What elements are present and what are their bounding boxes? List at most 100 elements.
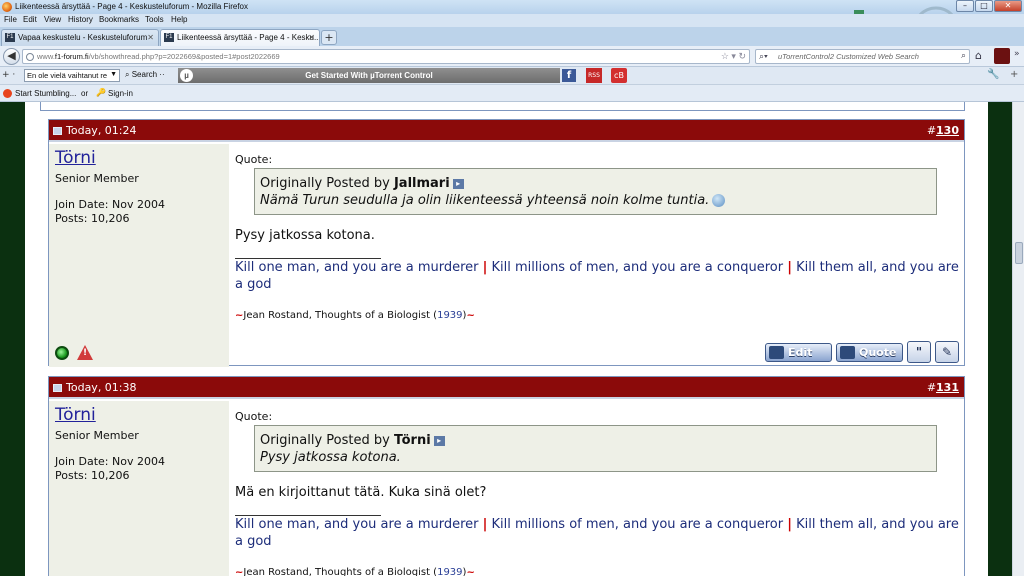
home-icon[interactable]: ⌂ [975, 49, 982, 62]
post-date: Today, 01:38 [66, 381, 137, 394]
window-titlebar: Liikenteessä ärsyttää - Page 4 - Keskust… [0, 0, 1024, 14]
key-icon: 🔑 [96, 88, 106, 97]
menu-help[interactable]: Help [171, 15, 187, 24]
url-bar-icons: ☆ ▾ ↻ [721, 51, 746, 62]
signature-quote: Kill one man, and you are a murderer | K… [235, 517, 959, 549]
user-info-panel: Törni Senior Member Join Date: Nov 2004 … [49, 401, 229, 576]
username-link[interactable]: Törni [55, 405, 96, 425]
close-tab-icon[interactable]: ✕ [308, 33, 315, 42]
rss-icon[interactable]: RSS [586, 68, 602, 83]
post-actions: Edit Quote " ✎ [761, 341, 959, 363]
smiley-icon [712, 194, 726, 207]
search-icon[interactable]: ⌕ [961, 50, 966, 61]
user-info-panel: Törni Senior Member Join Date: Nov 2004 … [49, 144, 229, 341]
menu-view[interactable]: View [44, 15, 61, 24]
menu-bookmarks[interactable]: Bookmarks [99, 15, 139, 24]
cb-icon[interactable]: cB [611, 68, 627, 83]
quote-icon [840, 345, 855, 359]
signature-credit: ~Jean Rostand, Thoughts of a Biologist (… [235, 310, 475, 321]
back-button[interactable]: ◀ [3, 48, 20, 65]
addon-icon[interactable] [994, 48, 1010, 64]
join-date: Join Date: Nov 2004 [55, 455, 165, 468]
close-tab-icon[interactable]: ✕ [147, 33, 154, 42]
add-icon[interactable]: + [1010, 69, 1018, 80]
scrollbar-thumb[interactable] [1015, 242, 1023, 264]
window-controls: – □ ✕ [955, 0, 1022, 12]
edit-button[interactable]: Edit [765, 342, 832, 362]
report-post-icon[interactable] [77, 345, 93, 360]
search-engine-icon[interactable]: ⌕▾ [759, 51, 768, 62]
url-bar[interactable]: www.f1-forum.fi/vb/showthread.php?p=2022… [22, 49, 750, 64]
post-date: Today, 01:24 [66, 124, 137, 137]
username-link[interactable]: Törni [55, 148, 96, 168]
quote-text: Pysy jatkossa kotona. [260, 450, 401, 465]
utorrent-banner[interactable]: µ Get Started With µTorrent Control [178, 68, 560, 83]
quick-reply-icon[interactable]: ✎ [935, 341, 959, 363]
new-tab-button[interactable]: + [321, 30, 337, 45]
post-number[interactable]: #131 [927, 381, 959, 394]
utorrent-logo-icon: µ [180, 69, 193, 82]
quote-label: Quote: [235, 410, 273, 423]
post-header: Today, 01:38 #131 [49, 377, 964, 399]
tab-vapaa-keskustelu[interactable]: F1 Vapaa keskustelu - Keskusteluforum ✕ [1, 29, 159, 46]
quote-label: Quote: [235, 153, 273, 166]
url-prefix: www. [37, 52, 55, 61]
view-post-arrow-icon[interactable]: ▸ [433, 435, 445, 446]
toolbar-select[interactable]: En ole vielä vaihtanut re ▼ [24, 69, 120, 82]
post-icon [53, 384, 62, 392]
forum-favicon-icon: F1 [164, 33, 174, 42]
toolbar-search-label: Search [131, 70, 158, 79]
quote-attribution: Originally Posted by Törni ▸ [260, 433, 445, 448]
menu-overflow-icon[interactable]: » [1014, 49, 1020, 59]
signature-divider [235, 515, 381, 516]
post-message: Pysy jatkossa kotona. [235, 228, 375, 243]
forum-favicon-icon: F1 [5, 33, 15, 42]
quote-box: Originally Posted by Törni ▸ Pysy jatkoss… [254, 425, 937, 472]
bookmark-star-icon[interactable]: ☆ [721, 51, 729, 61]
toolbar-search-button[interactable]: ⌕ Search ·· [125, 70, 165, 80]
edit-icon [769, 345, 784, 359]
maximize-button[interactable]: □ [975, 0, 993, 12]
tab-liikenteessa[interactable]: F1 Liikenteessä ärsyttää - Page 4 - Kesk… [160, 29, 320, 46]
menu-edit[interactable]: Edit [23, 15, 37, 24]
quote-author: Jallmari [393, 176, 450, 191]
menu-tools[interactable]: Tools [145, 15, 164, 24]
post-icon [53, 127, 62, 135]
post-number[interactable]: #130 [927, 124, 959, 137]
toolbar-select-value: En ole vielä vaihtanut re [27, 71, 108, 80]
tab-label: Vapaa keskustelu - Keskusteluforum [18, 33, 148, 42]
view-post-arrow-icon[interactable]: ▸ [452, 178, 464, 189]
stumble-bar: Start Stumbling... or 🔑 Sign-in [0, 85, 1024, 102]
chevron-down-icon: ▼ [110, 71, 117, 78]
start-stumbling-link[interactable]: Start Stumbling... [15, 89, 76, 98]
signature-credit: ~Jean Rostand, Thoughts of a Biologist (… [235, 567, 475, 576]
menu-history[interactable]: History [68, 15, 93, 24]
post-count: Posts: 10,206 [55, 212, 130, 225]
quote-text: Nämä Turun seudulla ja olin liikenteessä… [260, 193, 726, 208]
toolbar-add-icon[interactable]: + · [2, 70, 15, 80]
dropdown-arrow-icon[interactable]: ▾ [731, 51, 736, 61]
post-130: Today, 01:24 #130 Törni Senior Member Jo… [48, 119, 965, 367]
firefox-icon [2, 2, 12, 12]
reload-icon[interactable]: ↻ [738, 51, 746, 61]
menu-file[interactable]: File [4, 15, 17, 24]
search-placeholder: uTorrentControl2 Customized Web Search [778, 52, 919, 61]
close-window-button[interactable]: ✕ [994, 0, 1022, 12]
quote-button[interactable]: Quote [836, 342, 903, 362]
minimize-button[interactable]: – [956, 0, 974, 12]
facebook-icon[interactable]: f [562, 69, 576, 82]
globe-icon [26, 53, 34, 61]
page-viewport: Today, 01:24 #130 Törni Senior Member Jo… [0, 102, 1024, 576]
url-domain: f1-forum.fi [54, 52, 89, 61]
user-title: Senior Member [55, 429, 139, 442]
search-bar[interactable]: ⌕▾ uTorrentControl2 Customized Web Searc… [755, 49, 970, 64]
vertical-scrollbar[interactable] [1012, 102, 1024, 576]
window-title: Liikenteessä ärsyttää - Page 4 - Keskust… [15, 2, 248, 11]
sign-in-link[interactable]: Sign-in [108, 89, 133, 98]
forum-page: Today, 01:24 #130 Törni Senior Member Jo… [25, 102, 988, 576]
or-label: or [81, 89, 89, 98]
wrench-icon[interactable]: 🔧 [987, 69, 999, 80]
user-title: Senior Member [55, 172, 139, 185]
banner-text: Get Started With µTorrent Control [305, 71, 433, 80]
multi-quote-icon[interactable]: " [907, 341, 931, 363]
